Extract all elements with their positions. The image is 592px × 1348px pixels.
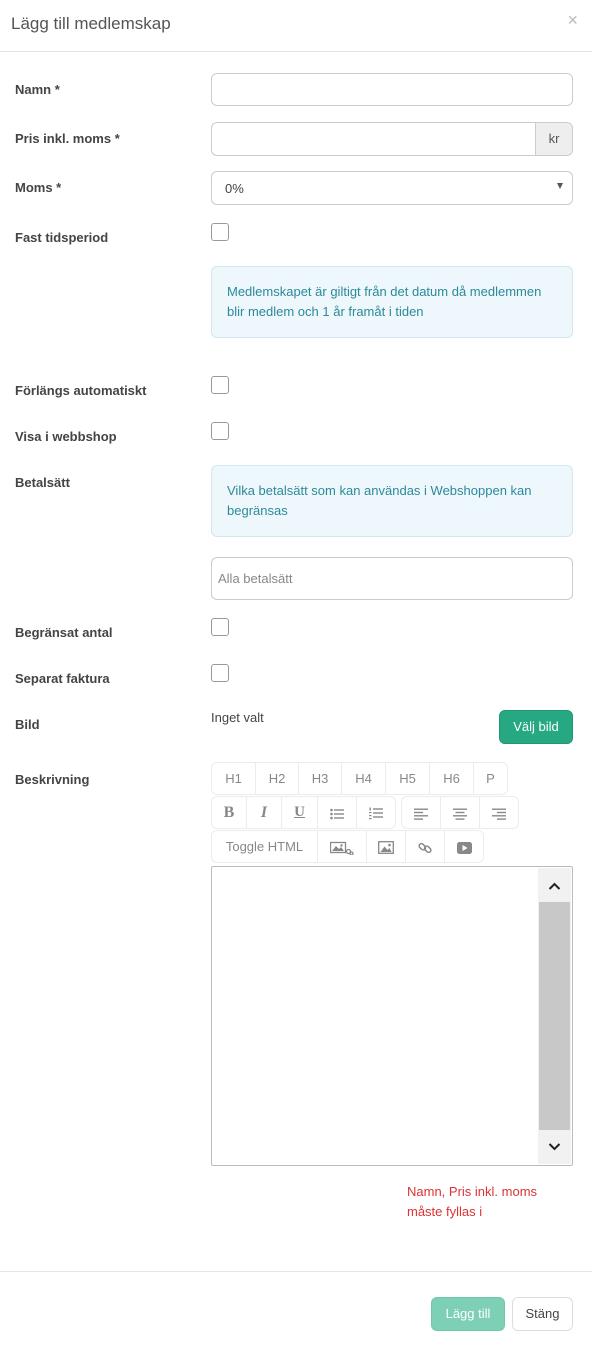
payment-label: Betalsätt bbox=[15, 475, 70, 490]
vat-select-value: 0% bbox=[225, 181, 244, 196]
name-label: Namn * bbox=[15, 82, 60, 97]
price-currency-addon: kr bbox=[535, 122, 573, 156]
bold-icon[interactable]: B bbox=[211, 796, 247, 829]
add-button[interactable]: Lägg till bbox=[431, 1297, 505, 1331]
image-link-icon[interactable] bbox=[317, 830, 367, 863]
align-right-icon[interactable] bbox=[479, 796, 519, 829]
vat-select[interactable]: 0% bbox=[211, 171, 573, 205]
numbered-list-icon[interactable] bbox=[356, 796, 396, 829]
name-input[interactable] bbox=[211, 73, 573, 106]
heading-h4-button[interactable]: H4 bbox=[341, 762, 386, 795]
fixed-period-info: Medlemskapet är giltigt från det datum d… bbox=[211, 266, 573, 338]
show-webshop-label: Visa i webbshop bbox=[15, 429, 117, 444]
limited-checkbox[interactable] bbox=[211, 618, 229, 636]
auto-renew-label: Förlängs automatiskt bbox=[15, 383, 147, 398]
scroll-thumb[interactable] bbox=[539, 902, 570, 1130]
vat-label: Moms * bbox=[15, 180, 62, 195]
image-icon[interactable] bbox=[366, 830, 406, 863]
fixed-period-label: Fast tidsperiod bbox=[15, 230, 109, 245]
modal-header: Lägg till medlemskap × bbox=[0, 0, 592, 52]
align-center-icon[interactable] bbox=[440, 796, 480, 829]
show-webshop-checkbox[interactable] bbox=[211, 422, 229, 440]
close-button[interactable]: Stäng bbox=[512, 1297, 573, 1331]
description-editor[interactable] bbox=[211, 866, 573, 1166]
fixed-period-checkbox[interactable] bbox=[211, 223, 229, 241]
link-icon[interactable] bbox=[405, 830, 445, 863]
validation-error: Namn, Pris inkl. moms måste fyllas i bbox=[407, 1184, 538, 1219]
price-input-group: kr bbox=[211, 122, 573, 156]
payment-methods-placeholder: Alla betalsätt bbox=[218, 571, 293, 586]
auto-renew-checkbox[interactable] bbox=[211, 376, 229, 394]
close-icon[interactable]: × bbox=[567, 11, 578, 29]
price-input[interactable] bbox=[211, 122, 536, 156]
heading-h2-button[interactable]: H2 bbox=[255, 762, 299, 795]
image-none-text: Inget valt bbox=[211, 710, 264, 725]
video-icon[interactable] bbox=[444, 830, 484, 863]
payment-info: Vilka betalsätt som kan användas i Websh… bbox=[211, 465, 573, 537]
limited-label: Begränsat antal bbox=[15, 625, 113, 640]
separate-invoice-label: Separat faktura bbox=[15, 671, 110, 686]
separate-invoice-checkbox[interactable] bbox=[211, 664, 229, 682]
scroll-down-icon[interactable] bbox=[538, 1130, 571, 1164]
heading-h6-button[interactable]: H6 bbox=[429, 762, 474, 795]
modal-title: Lägg till medlemskap bbox=[11, 14, 171, 33]
italic-icon[interactable]: I bbox=[246, 796, 282, 829]
editor-scrollbar[interactable] bbox=[538, 868, 571, 1164]
scroll-up-icon[interactable] bbox=[538, 868, 571, 902]
bullet-list-icon[interactable] bbox=[317, 796, 357, 829]
underline-icon[interactable]: U bbox=[281, 796, 318, 829]
payment-methods-input[interactable]: Alla betalsätt bbox=[211, 557, 573, 600]
align-left-icon[interactable] bbox=[401, 796, 441, 829]
heading-h3-button[interactable]: H3 bbox=[298, 762, 342, 795]
price-label: Pris inkl. moms * bbox=[15, 131, 120, 146]
heading-h5-button[interactable]: H5 bbox=[385, 762, 430, 795]
paragraph-button[interactable]: P bbox=[473, 762, 508, 795]
choose-image-button[interactable]: Välj bild bbox=[499, 710, 573, 744]
caret-down-icon bbox=[557, 183, 563, 189]
image-label: Bild bbox=[15, 717, 40, 732]
description-label: Beskrivning bbox=[15, 772, 90, 787]
toggle-html-button[interactable]: Toggle HTML bbox=[211, 830, 318, 863]
heading-h1-button[interactable]: H1 bbox=[211, 762, 256, 795]
